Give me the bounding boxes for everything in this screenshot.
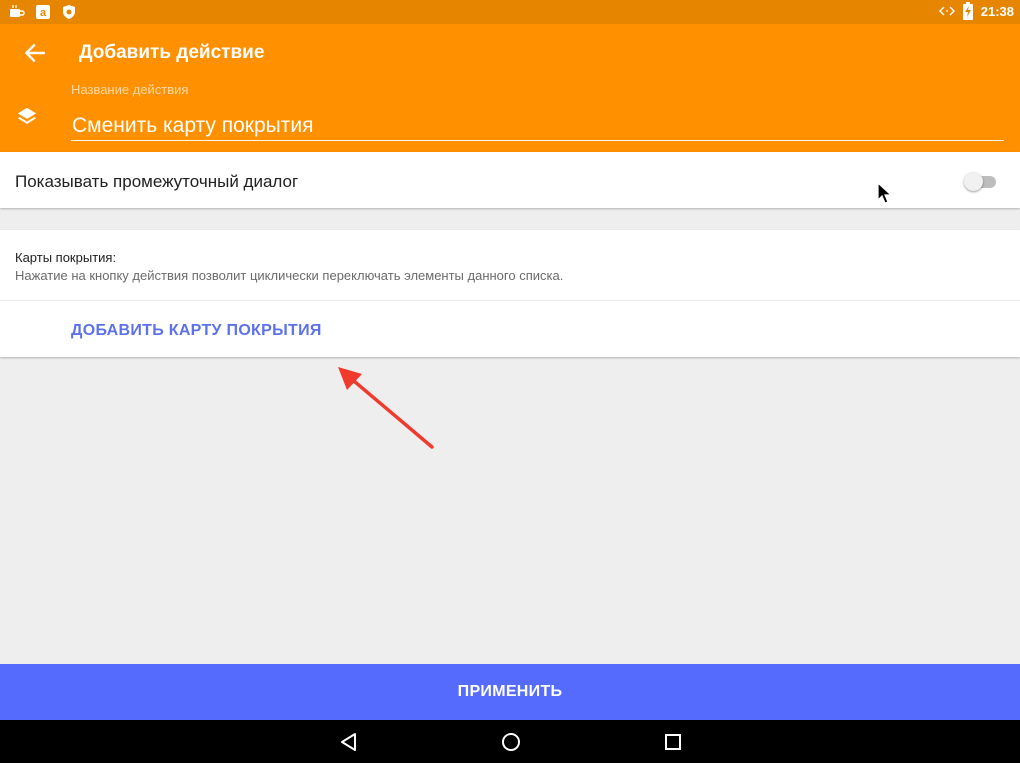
apply-button-label: ПРИМЕНИТЬ: [457, 683, 563, 700]
intermediate-dialog-switch[interactable]: [964, 172, 996, 191]
back-arrow-icon[interactable]: [22, 40, 48, 66]
apply-button[interactable]: ПРИМЕНИТЬ: [0, 664, 1020, 720]
intermediate-dialog-row[interactable]: Показывать промежуточный диалог: [0, 152, 1020, 208]
annotation-arrow-icon: [338, 367, 434, 449]
overlay-maps-card: Карты покрытия: Нажатие на кнопку действ…: [0, 230, 1020, 357]
shield-icon: [63, 5, 75, 19]
mouse-pointer-icon: [877, 182, 893, 204]
page-title: Добавить действие: [79, 42, 265, 63]
add-overlay-map-button[interactable]: ДОБАВИТЬ КАРТУ ПОКРЫТИЯ: [71, 322, 322, 340]
status-bar: a 21:38: [0, 0, 1020, 24]
svg-text:a: a: [40, 7, 47, 19]
action-name-input[interactable]: [71, 112, 1004, 141]
status-time: 21:38: [980, 3, 1014, 19]
battery-charging-icon: [962, 2, 973, 20]
overlay-maps-description: Нажатие на кнопку действия позволит цикл…: [15, 268, 564, 283]
layers-icon[interactable]: [16, 106, 38, 128]
intermediate-dialog-label: Показывать промежуточный диалог: [15, 172, 299, 191]
home-icon[interactable]: [500, 731, 522, 753]
overlay-maps-title: Карты покрытия:: [15, 250, 117, 265]
status-bar-notifications: a: [9, 4, 77, 20]
status-bar-system: 21:38: [938, 2, 1014, 20]
back-icon[interactable]: [338, 731, 360, 753]
switch-thumb: [964, 172, 983, 191]
recents-icon[interactable]: [662, 731, 684, 753]
action-name-label: Название действия: [71, 82, 189, 97]
code-arrows-icon: [938, 6, 955, 16]
app-bar: Добавить действие Название действия: [0, 24, 1020, 152]
amazon-icon: a: [36, 5, 50, 19]
coffee-icon: [10, 5, 25, 17]
navigation-bar: [0, 720, 1020, 763]
divider: [0, 300, 1020, 301]
